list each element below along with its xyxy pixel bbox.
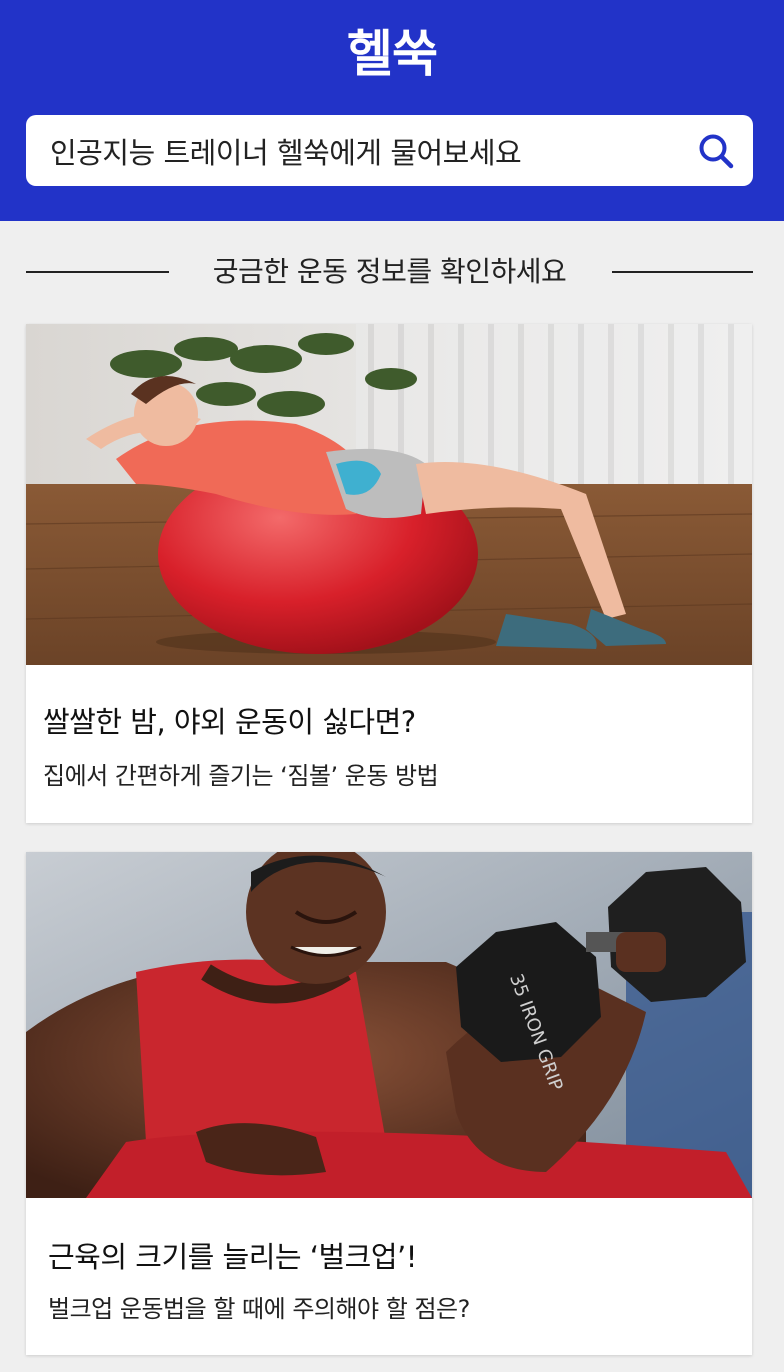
app-header: 헬쑥 인공지능 트레이너 헬쑥에게 물어보세요: [0, 0, 784, 221]
app-title: 헬쑥: [347, 25, 438, 83]
article-title[interactable]: 근육의 크기를 늘리는 ‘벌크업’!: [48, 1234, 417, 1276]
article-card[interactable]: 쌀쌀한 밤, 야외 운동이 싫다면? 집에서 간편하게 즐기는 ‘짐볼’ 운동 …: [26, 324, 752, 823]
search-input[interactable]: 인공지능 트레이너 헬쑥에게 물어보세요: [50, 130, 522, 172]
gym-ball-exercise-photo[interactable]: [26, 324, 752, 665]
section-heading: 궁금한 운동 정보를 확인하세요: [26, 248, 753, 294]
divider-line: [612, 271, 753, 273]
section-title: 궁금한 운동 정보를 확인하세요: [212, 255, 567, 288]
article-subtitle: 집에서 간편하게 즐기는 ‘짐볼’ 운동 방법: [43, 762, 439, 790]
search-icon[interactable]: [697, 132, 735, 170]
search-bar[interactable]: 인공지능 트레이너 헬쑥에게 물어보세요: [26, 115, 753, 186]
article-title[interactable]: 쌀쌀한 밤, 야외 운동이 싫다면?: [43, 699, 416, 741]
article-subtitle: 벌크업 운동법을 할 때에 주의해야 할 점은?: [48, 1295, 470, 1323]
dumbbell-curl-photo[interactable]: 35 IRON GRIP: [26, 852, 752, 1198]
article-card[interactable]: 35 IRON GRIP 근육의 크기를 늘리는 ‘벌크업’! 벌크업 운동법을…: [26, 852, 752, 1355]
